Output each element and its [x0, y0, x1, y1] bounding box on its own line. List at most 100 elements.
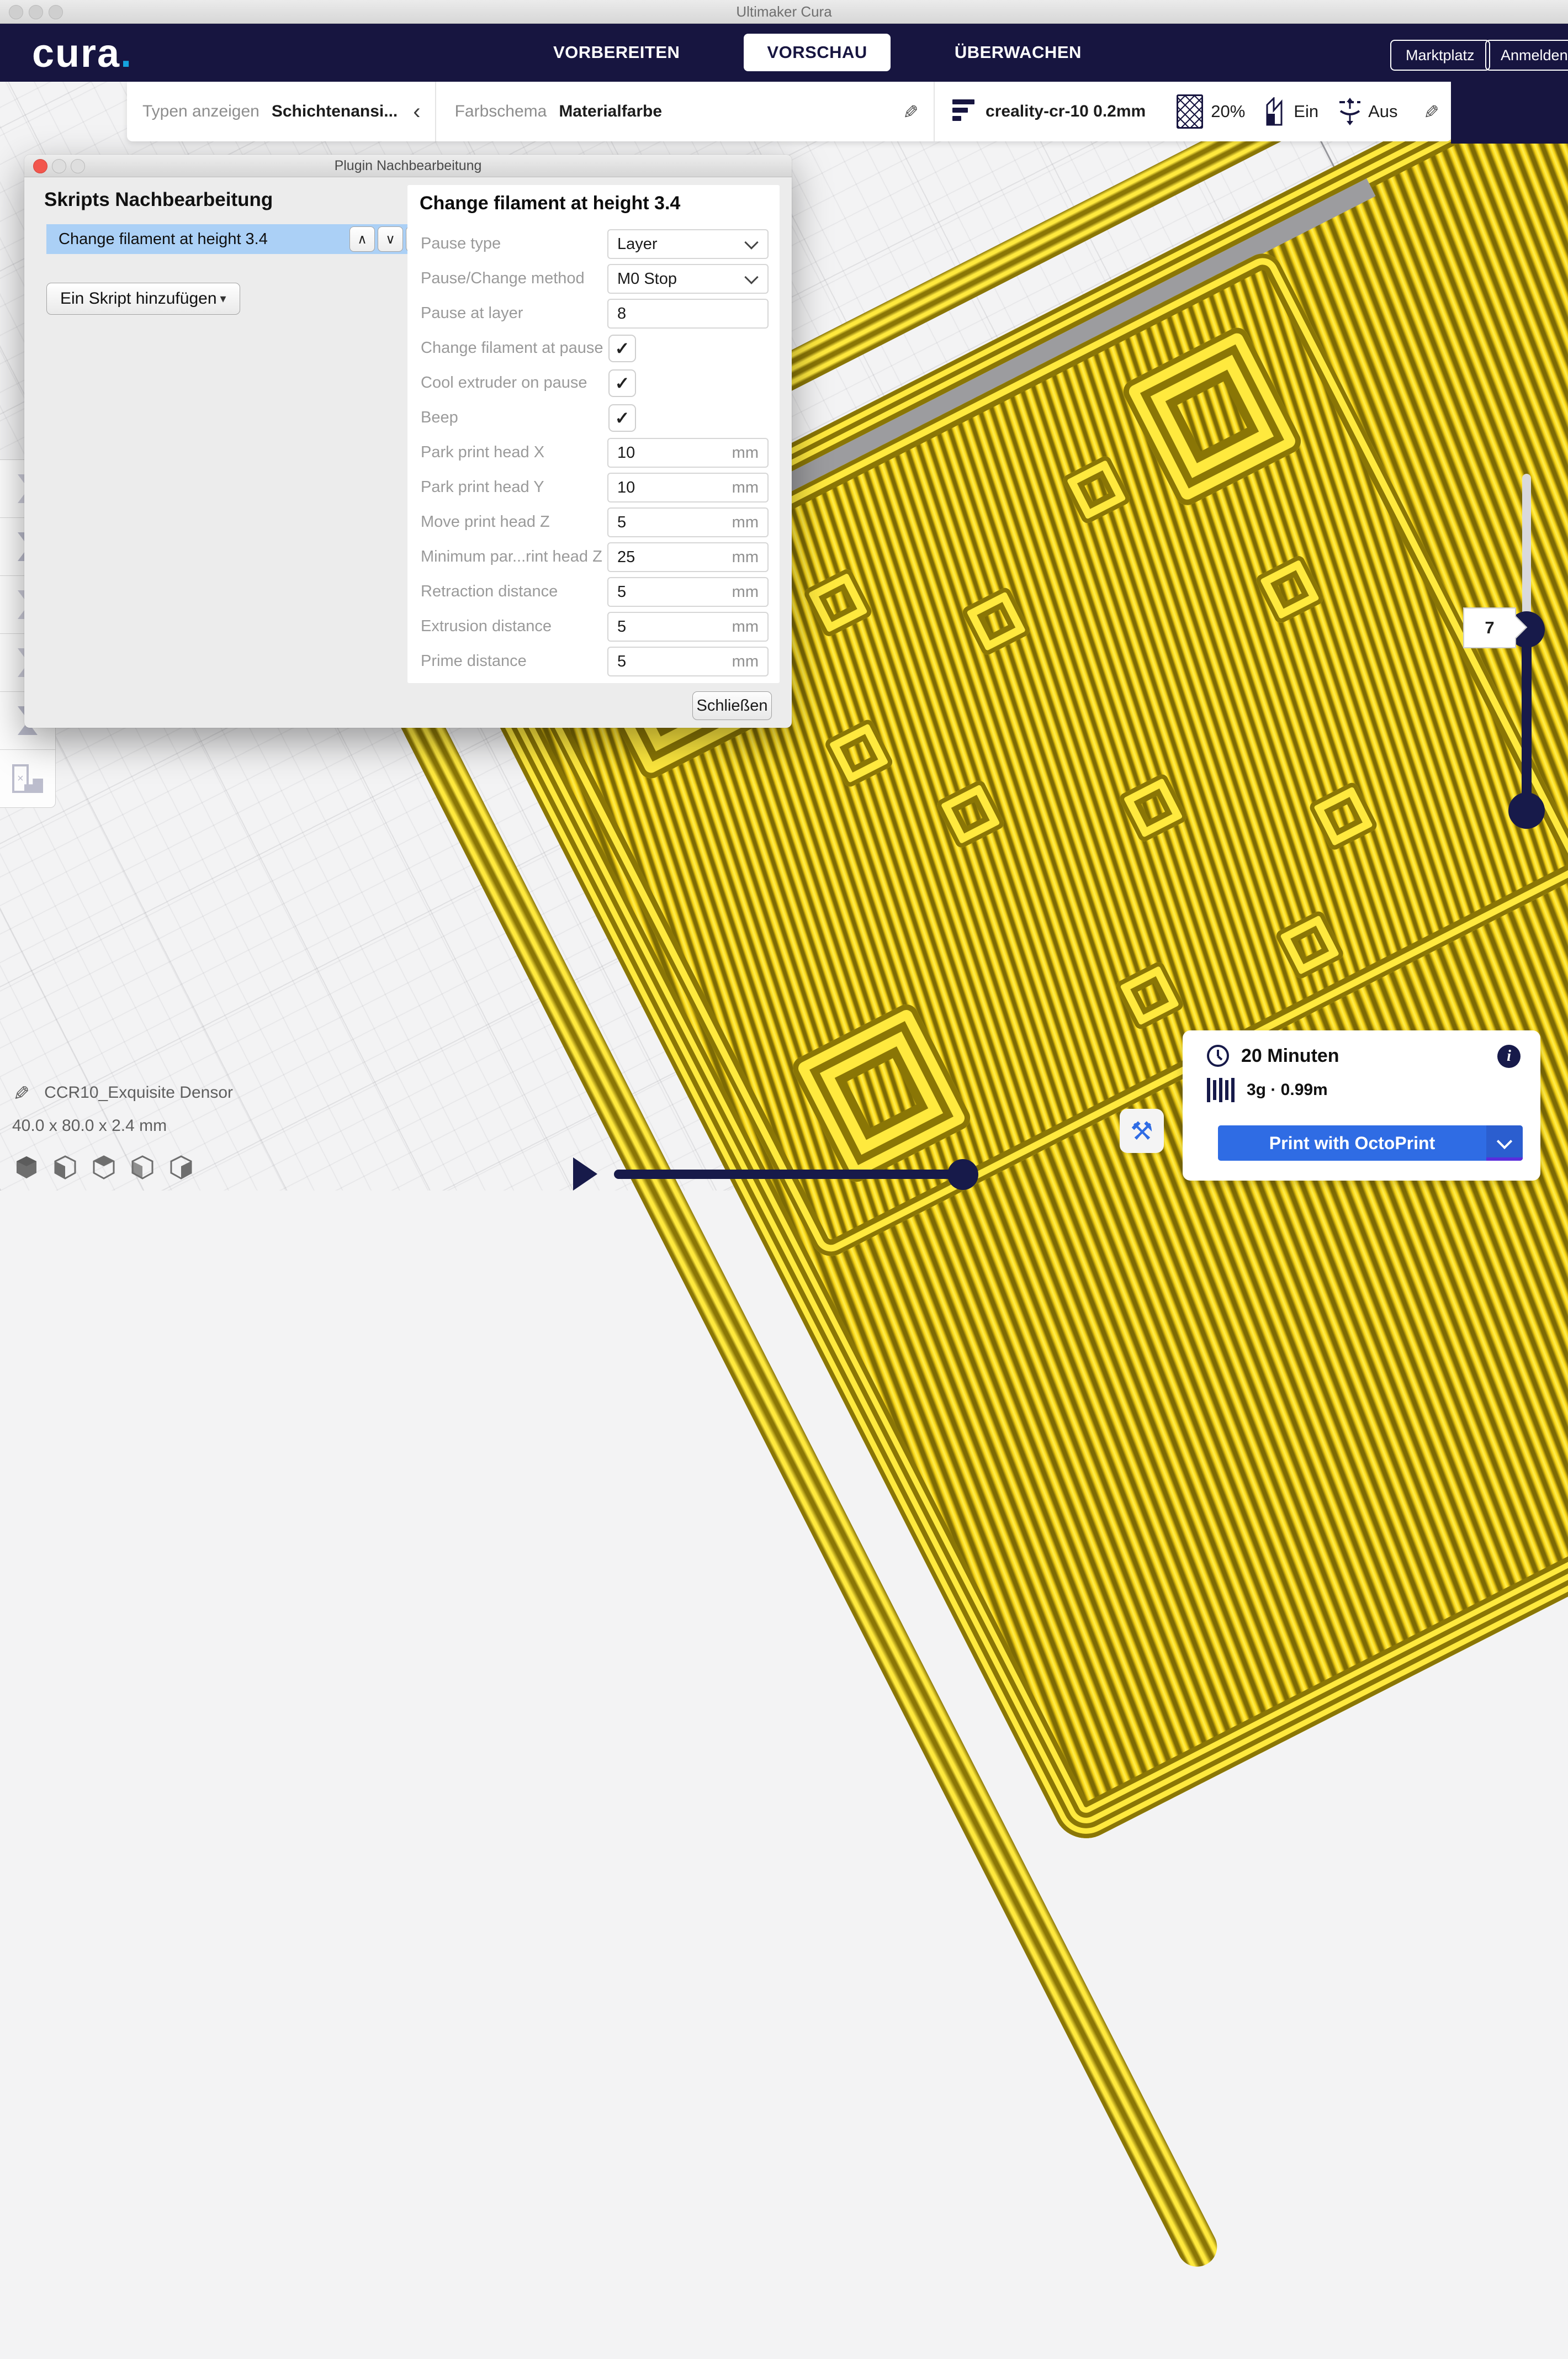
input-minimum-park-print-head-z[interactable]: 25mm — [607, 542, 769, 572]
field-row-park-print-head-y: Park print head Y 10mm — [421, 473, 769, 501]
colorscheme-label: Farbschema — [455, 102, 547, 121]
view-3d-icon[interactable] — [13, 1154, 40, 1181]
path-slider-handle[interactable] — [947, 1159, 978, 1190]
field-label-park-print-head-y: Park print head Y — [421, 473, 544, 501]
dialog-close-button[interactable] — [33, 159, 47, 173]
model-size: 40.0 x 80.0 x 2.4 mm — [12, 1117, 233, 1135]
printer-profile-name[interactable]: creality-cr-10 0.2mm — [986, 102, 1146, 121]
dialog-titlebar[interactable]: Plugin Nachbearbeitung — [24, 155, 792, 177]
dialog-zoom-button[interactable] — [71, 159, 85, 173]
add-script-button[interactable]: Ein Skript hinzufügen▾ — [46, 283, 240, 315]
field-label-pause-change-method: Pause/Change method — [421, 264, 585, 293]
print-summary-card: 20 Minuten i 3g · 0.99m Print with OctoP… — [1183, 1030, 1540, 1181]
field-row-minimum-park-print-head-z: Minimum par...rint head Z25mm — [421, 542, 769, 571]
header-patch — [1451, 82, 1568, 144]
move-script-down-button[interactable]: ∨ — [378, 226, 403, 252]
field-label-prime-distance: Prime distance — [421, 647, 527, 675]
infill-value: 20% — [1211, 102, 1245, 121]
colorscheme-selector[interactable]: Farbschema Materialfarbe ✎ — [436, 82, 934, 141]
signin-button[interactable]: Anmelden — [1485, 40, 1568, 71]
script-settings-panel: Change filament at height 3.4 Pause type… — [407, 185, 780, 683]
marketplace-button[interactable]: Marktplatz — [1390, 40, 1490, 71]
material-icon — [1207, 1078, 1235, 1102]
support-icon — [1265, 97, 1287, 126]
field-row-pause-type: Pause typeLayer — [421, 229, 769, 258]
info-icon[interactable]: i — [1497, 1045, 1521, 1068]
checkbox-change-filament-at-pause[interactable]: ✓ — [608, 335, 636, 362]
selected-script-name: Change filament at height 3.4 — [59, 230, 349, 248]
view-front-icon[interactable] — [52, 1154, 78, 1181]
field-label-retraction-distance: Retraction distance — [421, 577, 558, 606]
field-label-beep: Beep — [421, 403, 458, 432]
stage-tabs: VORBEREITEN VORSCHAU ÜBERWACHEN — [530, 23, 1105, 82]
print-settings-summary[interactable]: creality-cr-10 0.2mm 20% Ein Aus ✎ — [935, 82, 1452, 141]
dropdown-caret-icon: ▾ — [220, 292, 226, 306]
tab-monitor[interactable]: ÜBERWACHEN — [931, 34, 1105, 71]
field-value-extrusion-distance: 5 — [617, 618, 732, 636]
input-retraction-distance[interactable]: 5mm — [607, 577, 769, 607]
model-info: ✎ CCR10_Exquisite Densor 40.0 x 80.0 x 2… — [12, 1081, 233, 1135]
move-script-up-button[interactable]: ∧ — [349, 226, 375, 252]
field-unit-retraction-distance: mm — [732, 583, 759, 601]
select-pause-type[interactable]: Layer — [607, 229, 769, 259]
field-unit-park-print-head-x: mm — [732, 444, 759, 462]
view-left-icon[interactable] — [129, 1154, 156, 1181]
dialog-minimize-button[interactable] — [52, 159, 66, 173]
view-top-icon[interactable] — [91, 1154, 117, 1181]
view-type-value[interactable]: Schichtenansi... — [272, 102, 398, 121]
field-value-prime-distance: 5 — [617, 653, 732, 671]
cura-logo: cura. — [32, 31, 133, 76]
checkbox-beep[interactable]: ✓ — [608, 404, 636, 432]
checkbox-cool-extruder-on-pause[interactable]: ✓ — [608, 369, 636, 397]
field-label-cool-extruder-on-pause: Cool extruder on pause — [421, 368, 587, 397]
path-slider-track[interactable] — [614, 1170, 963, 1179]
chevron-down-icon — [744, 235, 758, 249]
layer-height-icon — [952, 99, 974, 124]
field-row-prime-distance: Prime distance 5mm — [421, 647, 769, 675]
field-unit-extrusion-distance: mm — [732, 618, 759, 636]
per-model-settings-button[interactable]: × — [0, 750, 55, 807]
input-park-print-head-y[interactable]: 10mm — [607, 473, 769, 503]
window-titlebar: Ultimaker Cura — [0, 0, 1568, 24]
field-value-park-print-head-x: 10 — [617, 444, 732, 462]
collapse-chevron-icon[interactable]: ‹ — [413, 99, 420, 124]
field-row-move-print-head-z: Move print head Z 5mm — [421, 507, 769, 536]
input-pause-at-layer[interactable]: 8 — [607, 299, 769, 329]
edit-pencil-icon[interactable]: ✎ — [898, 104, 920, 120]
field-label-extrusion-distance: Extrusion distance — [421, 612, 552, 641]
view-type-label: Typen anzeigen — [142, 102, 259, 121]
view-type-selector[interactable]: Typen anzeigen Schichtenansi... ‹ — [127, 82, 435, 141]
input-extrusion-distance[interactable]: 5mm — [607, 612, 769, 642]
selected-script-row[interactable]: Change filament at height 3.4 ∧ ∨ × — [46, 224, 434, 254]
field-value-pause-change-method: M0 Stop — [617, 270, 746, 288]
select-pause-change-method[interactable]: M0 Stop — [607, 264, 769, 294]
tab-preview[interactable]: VORSCHAU — [744, 34, 890, 71]
layer-slider-track-range[interactable] — [1522, 630, 1532, 812]
field-row-retraction-distance: Retraction distance 5mm — [421, 577, 769, 606]
print-options-dropdown[interactable] — [1486, 1125, 1523, 1161]
field-label-move-print-head-z: Move print head Z — [421, 507, 550, 536]
tab-prepare[interactable]: VORBEREITEN — [530, 34, 703, 71]
post-processing-dialog: Plugin Nachbearbeitung Skripts Nachbearb… — [24, 155, 792, 728]
play-button[interactable] — [573, 1157, 597, 1191]
colorscheme-value[interactable]: Materialfarbe — [559, 102, 662, 121]
clock-icon — [1206, 1044, 1230, 1068]
field-unit-prime-distance: mm — [732, 653, 759, 671]
qr-finder-square — [1119, 324, 1305, 509]
input-park-print-head-x[interactable]: 10mm — [607, 438, 769, 468]
field-value-park-print-head-y: 10 — [617, 479, 732, 497]
input-move-print-head-z[interactable]: 5mm — [607, 507, 769, 537]
infill-icon — [1177, 94, 1203, 129]
dialog-title: Plugin Nachbearbeitung — [24, 155, 792, 177]
close-dialog-button[interactable]: Schließen — [692, 691, 772, 720]
print-with-octoprint-button[interactable]: Print with OctoPrint — [1218, 1125, 1523, 1161]
layer-slider-bottom-handle[interactable] — [1508, 792, 1545, 829]
rename-pencil-icon[interactable]: ✎ — [9, 1085, 32, 1101]
octoprint-settings-button[interactable]: ⚒ — [1120, 1109, 1164, 1153]
view-right-icon[interactable] — [168, 1154, 194, 1181]
input-prime-distance[interactable]: 5mm — [607, 647, 769, 676]
window-title: Ultimaker Cura — [0, 0, 1568, 23]
edit-settings-pencil-icon[interactable]: ✎ — [1419, 104, 1441, 120]
qr-finder-square — [788, 1000, 974, 1186]
field-value-minimum-park-print-head-z: 25 — [617, 548, 732, 567]
